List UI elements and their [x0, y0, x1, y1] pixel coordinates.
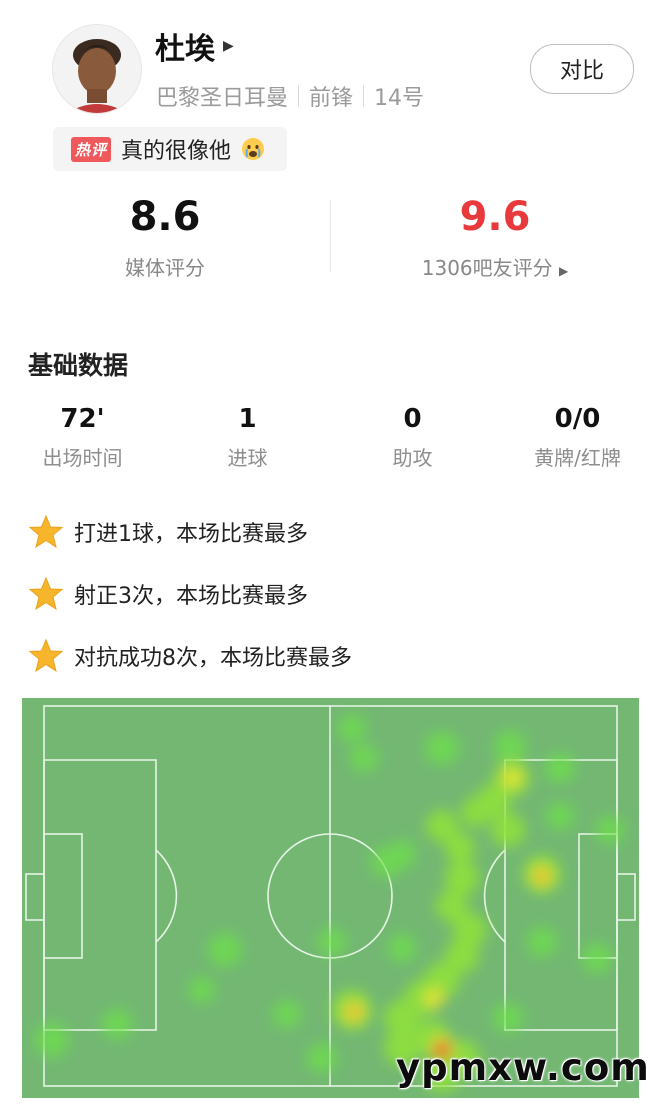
star-icon [28, 514, 64, 549]
meta-divider [363, 85, 365, 107]
fan-rating-label-row: 1306吧友评分 ▶ [330, 252, 660, 281]
fan-rating-label: 1306吧友评分 [421, 256, 553, 280]
stat-value: 1 [238, 404, 257, 434]
team-name: 巴黎圣日耳曼 [156, 86, 289, 111]
highlight-item: 对抗成功8次，本场比赛最多 [28, 638, 352, 674]
highlight-item: 射正3次，本场比赛最多 [28, 576, 308, 612]
stat-value: 0/0 [554, 404, 601, 434]
player-position: 前锋 [309, 86, 354, 111]
media-rating-value: 8.6 [129, 194, 201, 240]
caret-right-icon: ▶ [559, 264, 569, 278]
player-name-text: 杜埃 [155, 32, 215, 67]
caret-right-icon: ▶ [223, 38, 234, 54]
compare-button[interactable]: 对比 [530, 44, 634, 94]
fan-rating-value: 9.6 [459, 194, 531, 240]
hot-comment[interactable]: 热评 真的很像他 [53, 127, 287, 171]
player-photo-icon [53, 25, 141, 113]
star-icon [28, 576, 64, 611]
stat-assists: 0 助攻 [330, 404, 495, 471]
player-number: 14号 [374, 86, 425, 111]
stat-minutes: 72' 出场时间 [0, 404, 165, 471]
hot-comment-badge: 热评 [71, 136, 112, 162]
heatmap-pitch [22, 698, 639, 1098]
highlight-text: 打进1球，本场比赛最多 [74, 522, 308, 547]
stat-label: 助攻 [392, 446, 433, 470]
media-rating: 8.6 媒体评分 [0, 194, 330, 281]
meta-divider [298, 85, 300, 107]
player-name[interactable]: 杜埃 ▶ [155, 24, 234, 68]
stat-goals: 1 进球 [165, 404, 330, 471]
stat-value: 72' [60, 404, 105, 434]
hot-comment-text: 真的很像他 [121, 139, 232, 164]
heatmap-svg [25, 705, 636, 1092]
highlight-text: 对抗成功8次，本场比赛最多 [74, 646, 352, 671]
player-meta: 巴黎圣日耳曼 前锋 14号 [156, 80, 424, 112]
media-rating-label: 媒体评分 [125, 256, 205, 280]
star-icon [28, 638, 64, 673]
stat-label: 黄牌/红牌 [534, 446, 621, 470]
watermark-text: ypmxw.com [396, 1046, 650, 1089]
stat-value: 0 [403, 404, 422, 434]
section-title-basic-data: 基础数据 [28, 351, 129, 380]
fan-rating[interactable]: 9.6 1306吧友评分 ▶ [330, 194, 660, 281]
player-avatar[interactable] [52, 24, 142, 114]
stat-cards: 0/0 黄牌/红牌 [495, 404, 660, 471]
stat-label: 进球 [227, 446, 268, 470]
highlight-item: 打进1球，本场比赛最多 [28, 514, 308, 550]
stat-label: 出场时间 [42, 446, 123, 470]
highlight-text: 射正3次，本场比赛最多 [74, 584, 308, 609]
crying-face-icon [242, 138, 265, 160]
